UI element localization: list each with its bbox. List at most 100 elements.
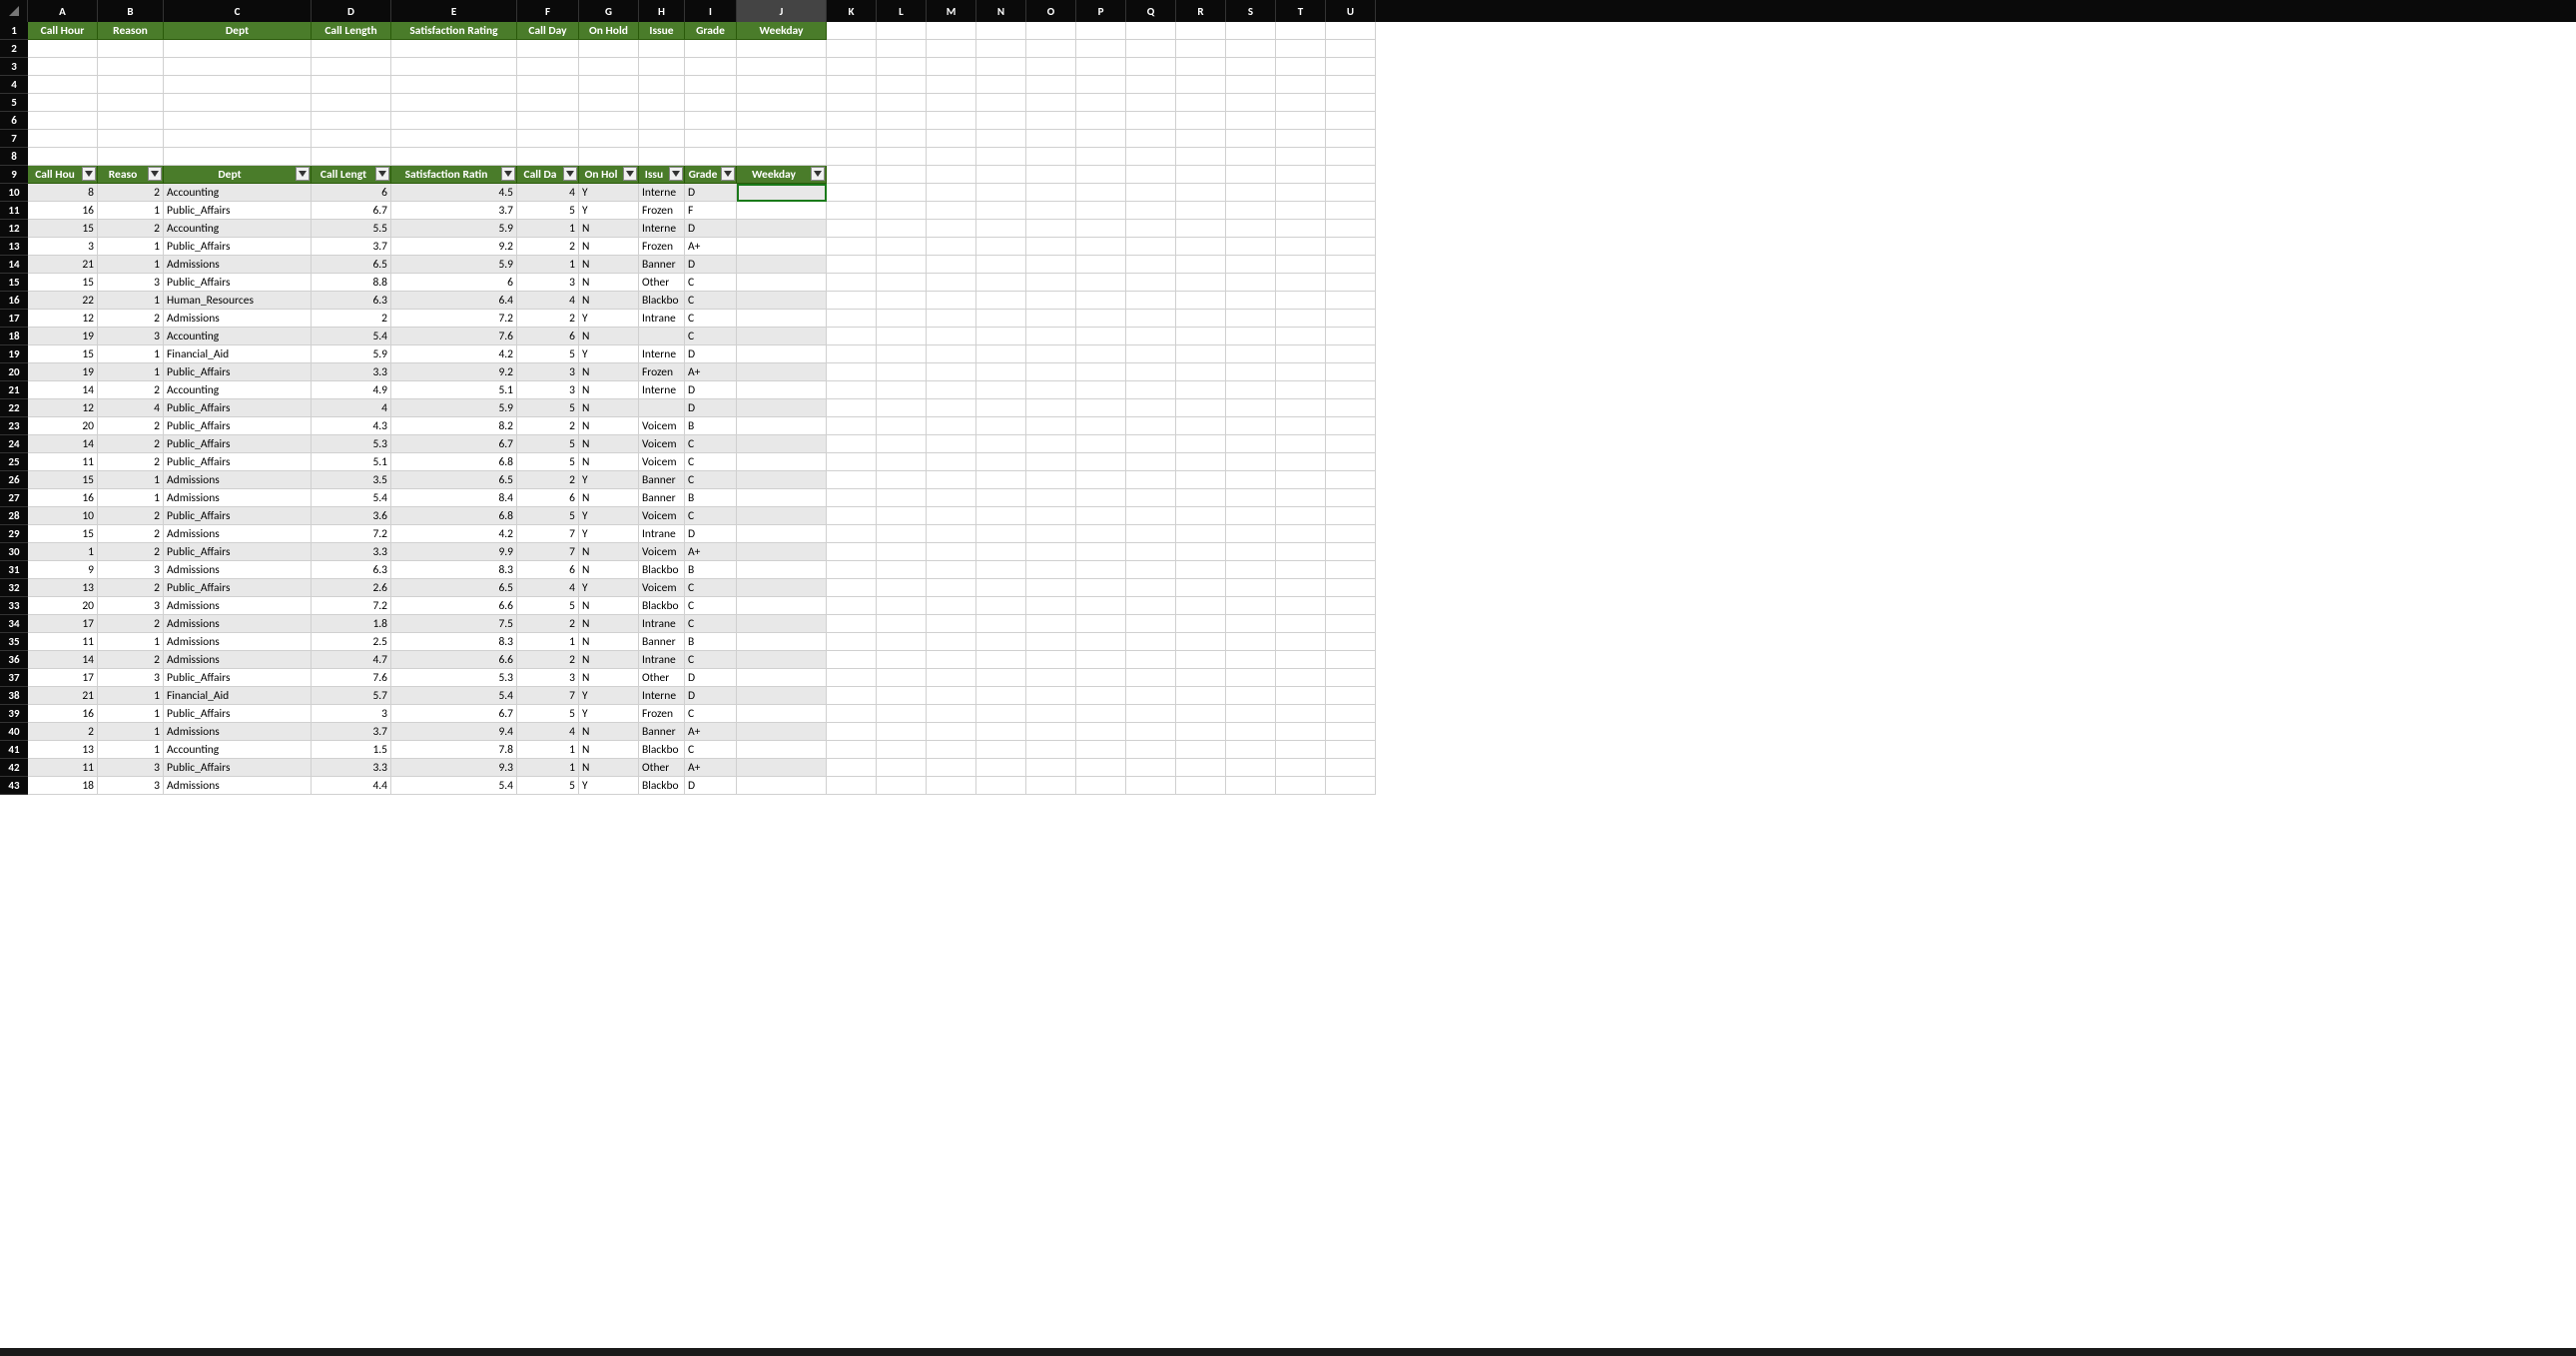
- cell[interactable]: C: [685, 705, 737, 723]
- cell[interactable]: N: [579, 669, 639, 687]
- cell[interactable]: [28, 58, 98, 76]
- cell[interactable]: [1226, 363, 1276, 381]
- cell[interactable]: [1026, 705, 1076, 723]
- cell[interactable]: [1276, 184, 1326, 202]
- cell[interactable]: [737, 399, 827, 417]
- cell[interactable]: [1326, 345, 1376, 363]
- cell[interactable]: 9.4: [391, 723, 517, 741]
- cell[interactable]: 5.5: [312, 220, 391, 238]
- cell[interactable]: [927, 741, 976, 759]
- cell[interactable]: 1: [98, 471, 164, 489]
- header-issue[interactable]: Issue: [639, 22, 685, 40]
- row-header-37[interactable]: 37: [0, 669, 28, 687]
- cell[interactable]: Banner: [639, 633, 685, 651]
- cell[interactable]: [1176, 435, 1226, 453]
- cell[interactable]: [827, 669, 877, 687]
- cell[interactable]: 5: [517, 453, 579, 471]
- row-header-42[interactable]: 42: [0, 759, 28, 777]
- cell[interactable]: [737, 633, 827, 651]
- cell[interactable]: [827, 399, 877, 417]
- cell[interactable]: [827, 543, 877, 561]
- cell[interactable]: Interne: [639, 381, 685, 399]
- cell[interactable]: [1176, 615, 1226, 633]
- cell[interactable]: [1026, 543, 1076, 561]
- cell[interactable]: [1276, 633, 1326, 651]
- column-header-C[interactable]: C: [164, 0, 312, 22]
- cell[interactable]: Public_Affairs: [164, 669, 312, 687]
- cell[interactable]: [976, 705, 1026, 723]
- row-header-16[interactable]: 16: [0, 292, 28, 310]
- cell[interactable]: [1176, 220, 1226, 238]
- row-header-38[interactable]: 38: [0, 687, 28, 705]
- cell[interactable]: [1026, 274, 1076, 292]
- cell[interactable]: 11: [28, 633, 98, 651]
- cell[interactable]: Intrane: [639, 525, 685, 543]
- cell[interactable]: [1176, 687, 1226, 705]
- cell[interactable]: 6.3: [312, 561, 391, 579]
- cell[interactable]: [1076, 687, 1126, 705]
- cell[interactable]: N: [579, 256, 639, 274]
- cell[interactable]: N: [579, 363, 639, 381]
- cell[interactable]: [1176, 777, 1226, 795]
- cell[interactable]: 15: [28, 471, 98, 489]
- cell[interactable]: [827, 597, 877, 615]
- cell[interactable]: [1326, 202, 1376, 220]
- cell[interactable]: [1126, 471, 1176, 489]
- cell[interactable]: [927, 417, 976, 435]
- cell[interactable]: N: [579, 238, 639, 256]
- cell[interactable]: [1126, 94, 1176, 112]
- cell[interactable]: 6.4: [391, 292, 517, 310]
- cell[interactable]: [579, 58, 639, 76]
- cell[interactable]: [1226, 615, 1276, 633]
- cell[interactable]: [312, 112, 391, 130]
- cell[interactable]: [1276, 705, 1326, 723]
- cell[interactable]: Y: [579, 202, 639, 220]
- cell[interactable]: [877, 489, 927, 507]
- cell[interactable]: [1026, 597, 1076, 615]
- cell[interactable]: [737, 507, 827, 525]
- cell[interactable]: [1276, 148, 1326, 166]
- cell[interactable]: Banner: [639, 471, 685, 489]
- cell[interactable]: [927, 669, 976, 687]
- row-header-31[interactable]: 31: [0, 561, 28, 579]
- filter-dropdown-icon[interactable]: [669, 167, 683, 181]
- cell[interactable]: 14: [28, 435, 98, 453]
- cell[interactable]: 1: [98, 292, 164, 310]
- cell[interactable]: [827, 777, 877, 795]
- column-header-J[interactable]: J: [737, 0, 827, 22]
- cell[interactable]: [1126, 58, 1176, 76]
- cell[interactable]: [28, 94, 98, 112]
- cell[interactable]: 18: [28, 777, 98, 795]
- cell[interactable]: [1326, 597, 1376, 615]
- cell[interactable]: [976, 723, 1026, 741]
- cell[interactable]: [685, 94, 737, 112]
- cell[interactable]: [1026, 292, 1076, 310]
- cell[interactable]: [1076, 238, 1126, 256]
- selected-cell[interactable]: [737, 184, 827, 202]
- cell[interactable]: N: [579, 723, 639, 741]
- cell[interactable]: [877, 399, 927, 417]
- cell[interactable]: [927, 363, 976, 381]
- cell[interactable]: [1076, 471, 1126, 489]
- row-header-22[interactable]: 22: [0, 399, 28, 417]
- cell[interactable]: [927, 525, 976, 543]
- select-all-corner[interactable]: [0, 0, 28, 22]
- cell[interactable]: [927, 597, 976, 615]
- cell[interactable]: 8.3: [391, 633, 517, 651]
- cell[interactable]: [1326, 525, 1376, 543]
- cell[interactable]: Admissions: [164, 471, 312, 489]
- cell[interactable]: [1026, 471, 1076, 489]
- cell[interactable]: Accounting: [164, 184, 312, 202]
- cell[interactable]: [877, 759, 927, 777]
- cell[interactable]: [1276, 687, 1326, 705]
- cell[interactable]: [1176, 597, 1226, 615]
- cell[interactable]: 3.3: [312, 759, 391, 777]
- cell[interactable]: [579, 40, 639, 58]
- cell[interactable]: [877, 220, 927, 238]
- cell[interactable]: [1226, 220, 1276, 238]
- cell[interactable]: [1276, 507, 1326, 525]
- cell[interactable]: [391, 40, 517, 58]
- cell[interactable]: 7.6: [391, 328, 517, 345]
- header-satisfaction-rating[interactable]: Satisfaction Rating: [391, 22, 517, 40]
- cell[interactable]: [1276, 399, 1326, 417]
